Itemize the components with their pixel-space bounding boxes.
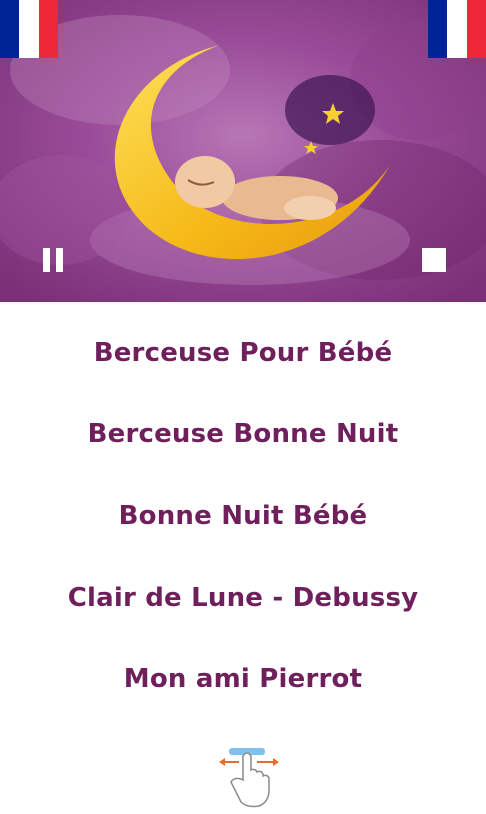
song-item-clair-de-lune[interactable]: Clair de Lune - Debussy xyxy=(0,583,486,613)
header-banner xyxy=(0,0,486,302)
swipe-gesture-icon xyxy=(213,744,283,810)
pause-button[interactable] xyxy=(40,246,68,274)
baby-sleeping-on-moon-illustration xyxy=(0,0,486,302)
stop-icon xyxy=(422,248,446,272)
french-flag-icon-right[interactable] xyxy=(428,0,486,58)
stop-button[interactable] xyxy=(420,246,448,274)
song-item-mon-ami-pierrot[interactable]: Mon ami Pierrot xyxy=(0,664,486,694)
song-item-berceuse-bonne-nuit[interactable]: Berceuse Bonne Nuit xyxy=(0,419,486,449)
french-flag-icon-left[interactable] xyxy=(0,0,58,58)
song-item-berceuse-pour-bebe[interactable]: Berceuse Pour Bébé xyxy=(0,338,486,368)
song-item-bonne-nuit-bebe[interactable]: Bonne Nuit Bébé xyxy=(0,501,486,531)
pause-icon xyxy=(43,248,63,272)
